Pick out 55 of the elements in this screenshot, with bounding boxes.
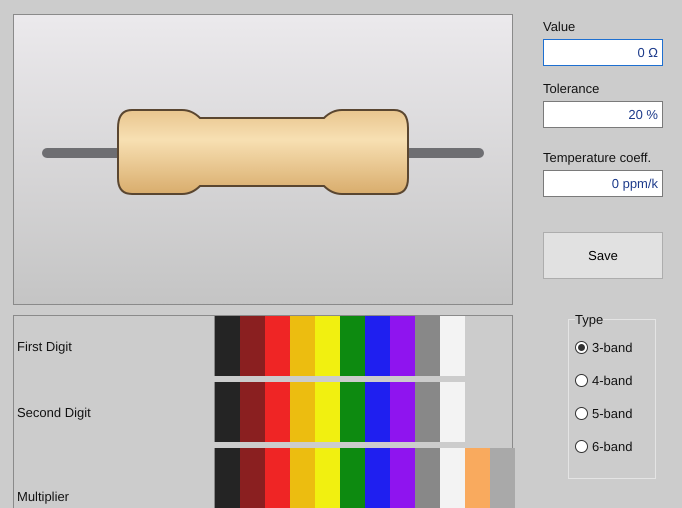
radio-option[interactable]: 6-band [575,439,655,454]
color-swatch[interactable] [290,316,315,376]
radio-label: 4-band [592,373,632,388]
radio-button[interactable] [575,440,588,453]
radio-option[interactable]: 3-band [575,340,655,355]
color-swatch[interactable] [265,448,290,508]
color-swatch[interactable] [240,448,265,508]
color-swatch[interactable] [290,448,315,508]
color-swatch[interactable] [390,448,415,508]
group-title: Type [575,312,604,327]
input-field[interactable]: 0 ppm/k [543,170,663,197]
radio-button[interactable] [575,407,588,420]
color-swatch[interactable] [365,316,390,376]
color-swatch[interactable] [290,382,315,442]
color-swatch[interactable] [415,448,440,508]
color-swatch[interactable] [340,448,365,508]
band-label: First Digit [16,338,73,354]
color-swatch[interactable] [440,448,465,508]
input-field[interactable]: 0 Ω [543,39,663,66]
color-swatch[interactable] [315,448,340,508]
color-swatch[interactable] [215,382,240,442]
color-swatch[interactable] [390,382,415,442]
color-swatch[interactable] [365,448,390,508]
color-swatch[interactable] [340,316,365,376]
color-swatch[interactable] [315,382,340,442]
radio-button[interactable] [575,341,588,354]
color-swatch[interactable] [365,382,390,442]
radio-button[interactable] [575,374,588,387]
color-swatch[interactable] [215,448,240,508]
field-label: Temperature coeff. [543,150,652,165]
field-label: Tolerance [543,81,600,96]
color-swatch[interactable] [240,382,265,442]
radio-label: 3-band [592,340,632,355]
color-swatch[interactable] [340,382,365,442]
color-swatch[interactable] [440,382,465,442]
color-swatch[interactable] [415,382,440,442]
color-swatch[interactable] [390,316,415,376]
color-swatch[interactable] [265,316,290,376]
band-label: Multiplier [16,489,70,504]
field-label: Value [543,19,576,34]
color-swatch[interactable] [215,316,240,376]
radio-option[interactable]: 5-band [575,406,655,421]
color-swatch[interactable] [440,316,465,376]
color-swatch[interactable] [265,382,290,442]
radio-label: 6-band [592,439,632,454]
color-swatch[interactable] [490,448,515,508]
color-swatch[interactable] [415,316,440,376]
input-field[interactable]: 20 % [543,101,663,128]
color-swatch[interactable] [315,316,340,376]
save-button[interactable]: Save [543,232,663,279]
color-swatch[interactable] [240,316,265,376]
color-swatch[interactable] [465,448,490,508]
band-label: Second Digit [16,404,92,420]
radio-label: 5-band [592,406,632,421]
radio-option[interactable]: 4-band [575,373,655,388]
